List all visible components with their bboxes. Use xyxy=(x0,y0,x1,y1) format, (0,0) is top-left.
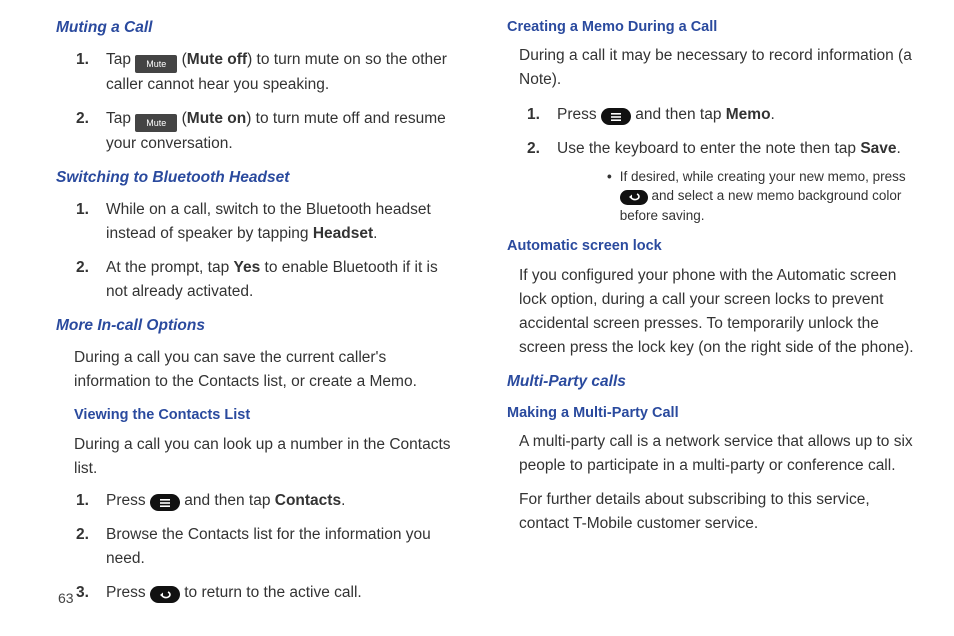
back-button-icon xyxy=(150,586,180,603)
text: and then tap xyxy=(635,106,726,123)
text: . xyxy=(341,492,345,509)
menu-button-icon xyxy=(150,494,180,511)
heading-making-multi-party: Making a Multi-Party Call xyxy=(507,402,914,424)
text: Press xyxy=(106,584,150,601)
text-bold: Memo xyxy=(726,106,771,123)
right-column: Creating a Memo During a Call During a c… xyxy=(503,16,914,615)
text: Tap xyxy=(106,110,135,127)
step-enable-bluetooth: At the prompt, tap Yes to enable Bluetoo… xyxy=(102,256,463,304)
menu-button-icon xyxy=(601,108,631,125)
heading-more-options: More In-call Options xyxy=(56,314,463,338)
text: Press xyxy=(557,106,601,123)
text: and then tap xyxy=(184,492,275,509)
step-save-memo: Use the keyboard to enter the note then … xyxy=(553,137,914,226)
page-number: 63 xyxy=(58,590,74,606)
text: If desired, while creating your new memo… xyxy=(620,169,906,184)
manual-page: Muting a Call Tap Mute (Mute off) to tur… xyxy=(0,0,954,636)
step-return-call: Press to return to the active call. xyxy=(102,581,463,605)
step-open-contacts: Press and then tap Contacts. xyxy=(102,489,463,513)
text: Use the keyboard to enter the note then … xyxy=(557,140,860,157)
text: . xyxy=(771,106,775,123)
text-bold: Contacts xyxy=(275,492,341,509)
para-multi-party-1: A multi-party call is a network service … xyxy=(519,430,914,478)
steps-muting: Tap Mute (Mute off) to turn mute on so t… xyxy=(56,48,463,156)
text-bold: Mute on xyxy=(187,110,246,127)
text-bold: Save xyxy=(860,140,896,157)
step-browse-contacts: Browse the Contacts list for the informa… xyxy=(102,523,463,571)
step-switch-headset: While on a call, switch to the Bluetooth… xyxy=(102,198,463,246)
text: to return to the active call. xyxy=(184,584,361,601)
two-column-layout: Muting a Call Tap Mute (Mute off) to tur… xyxy=(0,0,954,615)
text: Tap xyxy=(106,51,135,68)
mute-button-icon: Mute xyxy=(135,55,177,73)
steps-contacts: Press and then tap Contacts. Browse the … xyxy=(56,489,463,605)
para-contacts: During a call you can look up a number i… xyxy=(74,433,463,481)
heading-viewing-contacts: Viewing the Contacts List xyxy=(74,404,463,426)
left-column: Muting a Call Tap Mute (Mute off) to tur… xyxy=(56,16,473,615)
back-button-icon xyxy=(620,190,648,205)
para-more-options: During a call you can save the current c… xyxy=(74,346,463,394)
text: Press xyxy=(106,492,150,509)
text-bold: Mute off xyxy=(187,51,247,68)
bullet-icon: • xyxy=(607,167,612,226)
heading-creating-memo: Creating a Memo During a Call xyxy=(507,16,914,38)
text-bold: Headset xyxy=(313,225,373,242)
para-auto-lock: If you configured your phone with the Au… xyxy=(519,264,914,360)
text-bold: Yes xyxy=(234,259,261,276)
heading-multi-party: Multi-Party calls xyxy=(507,370,914,394)
heading-muting-call: Muting a Call xyxy=(56,16,463,40)
memo-sub-bullet: • If desired, while creating your new me… xyxy=(607,167,914,226)
step-mute-off: Tap Mute (Mute on) to turn mute off and … xyxy=(102,107,463,156)
para-memo: During a call it may be necessary to rec… xyxy=(519,44,914,92)
bullet-content: If desired, while creating your new memo… xyxy=(620,167,914,226)
text: While on a call, switch to the Bluetooth… xyxy=(106,201,431,242)
text: At the prompt, tap xyxy=(106,259,234,276)
heading-auto-lock: Automatic screen lock xyxy=(507,235,914,257)
text: . xyxy=(897,140,901,157)
mute-button-icon: Mute xyxy=(135,114,177,132)
text: and select a new memo background color b… xyxy=(620,188,902,223)
step-open-memo: Press and then tap Memo. xyxy=(553,103,914,127)
text: . xyxy=(373,225,377,242)
step-mute-on: Tap Mute (Mute off) to turn mute on so t… xyxy=(102,48,463,97)
steps-memo: Press and then tap Memo. Use the keyboar… xyxy=(507,103,914,226)
heading-bluetooth: Switching to Bluetooth Headset xyxy=(56,166,463,190)
steps-bluetooth: While on a call, switch to the Bluetooth… xyxy=(56,198,463,304)
para-multi-party-2: For further details about subscribing to… xyxy=(519,488,914,536)
